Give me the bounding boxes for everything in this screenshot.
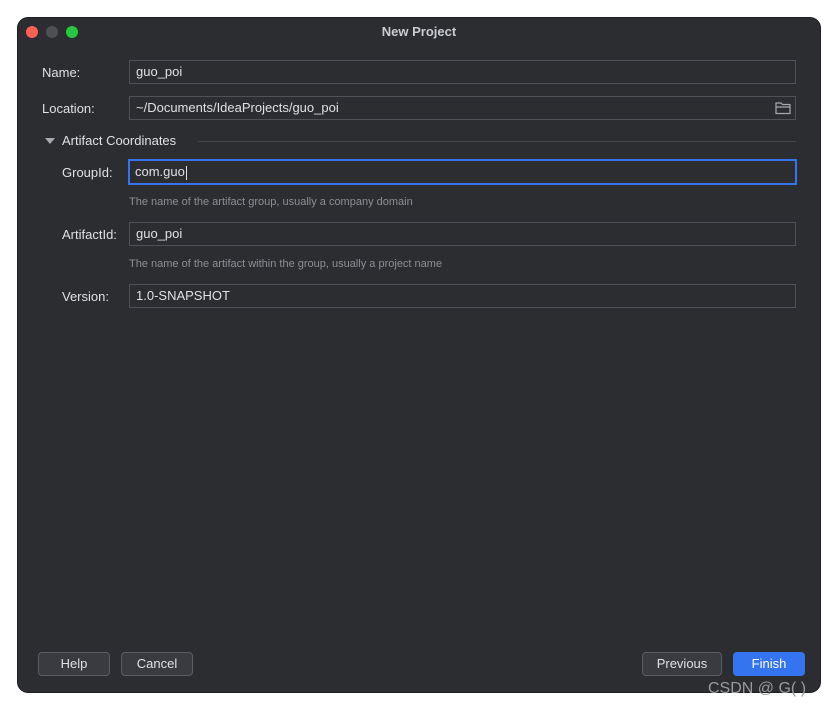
text-caret — [185, 165, 187, 180]
name-field[interactable]: guo_poi — [129, 60, 796, 84]
cancel-button[interactable]: Cancel — [121, 652, 193, 676]
version-value: 1.0-SNAPSHOT — [136, 288, 230, 303]
new-project-dialog: New Project Name: guo_poi Location: ~/Do… — [18, 18, 820, 692]
location-value: ~/Documents/IdeaProjects/guo_poi — [136, 100, 339, 115]
previous-button[interactable]: Previous — [642, 652, 722, 676]
artifactid-field[interactable]: guo_poi — [129, 222, 796, 246]
help-button[interactable]: Help — [38, 652, 110, 676]
maximize-window-button[interactable] — [66, 26, 78, 38]
version-label: Version: — [62, 289, 109, 304]
groupid-label: GroupId: — [62, 165, 113, 180]
folder-icon[interactable] — [775, 101, 791, 115]
artifact-section-title[interactable]: Artifact Coordinates — [62, 133, 176, 148]
name-label: Name: — [42, 65, 81, 80]
groupid-value: com.guo — [135, 164, 185, 179]
location-label: Location: — [42, 101, 95, 116]
minimize-window-button[interactable] — [46, 26, 58, 38]
groupid-hint: The name of the artifact group, usually … — [129, 196, 413, 208]
location-field[interactable]: ~/Documents/IdeaProjects/guo_poi — [129, 96, 796, 120]
section-divider — [198, 141, 796, 142]
version-field[interactable]: 1.0-SNAPSHOT — [129, 284, 796, 308]
artifactid-hint: The name of the artifact within the grou… — [129, 258, 443, 270]
artifactid-value: guo_poi — [136, 226, 183, 241]
triangle-down-icon[interactable] — [45, 138, 55, 144]
title-bar: New Project — [18, 18, 820, 46]
finish-button[interactable]: Finish — [733, 652, 805, 676]
close-window-button[interactable] — [26, 26, 38, 38]
artifactid-label: ArtifactId: — [62, 227, 117, 242]
window-title: New Project — [381, 24, 457, 39]
name-value: guo_poi — [136, 64, 183, 79]
groupid-field[interactable]: com.guo — [128, 159, 797, 185]
watermark: CSDN @ G( ) — [708, 680, 807, 697]
